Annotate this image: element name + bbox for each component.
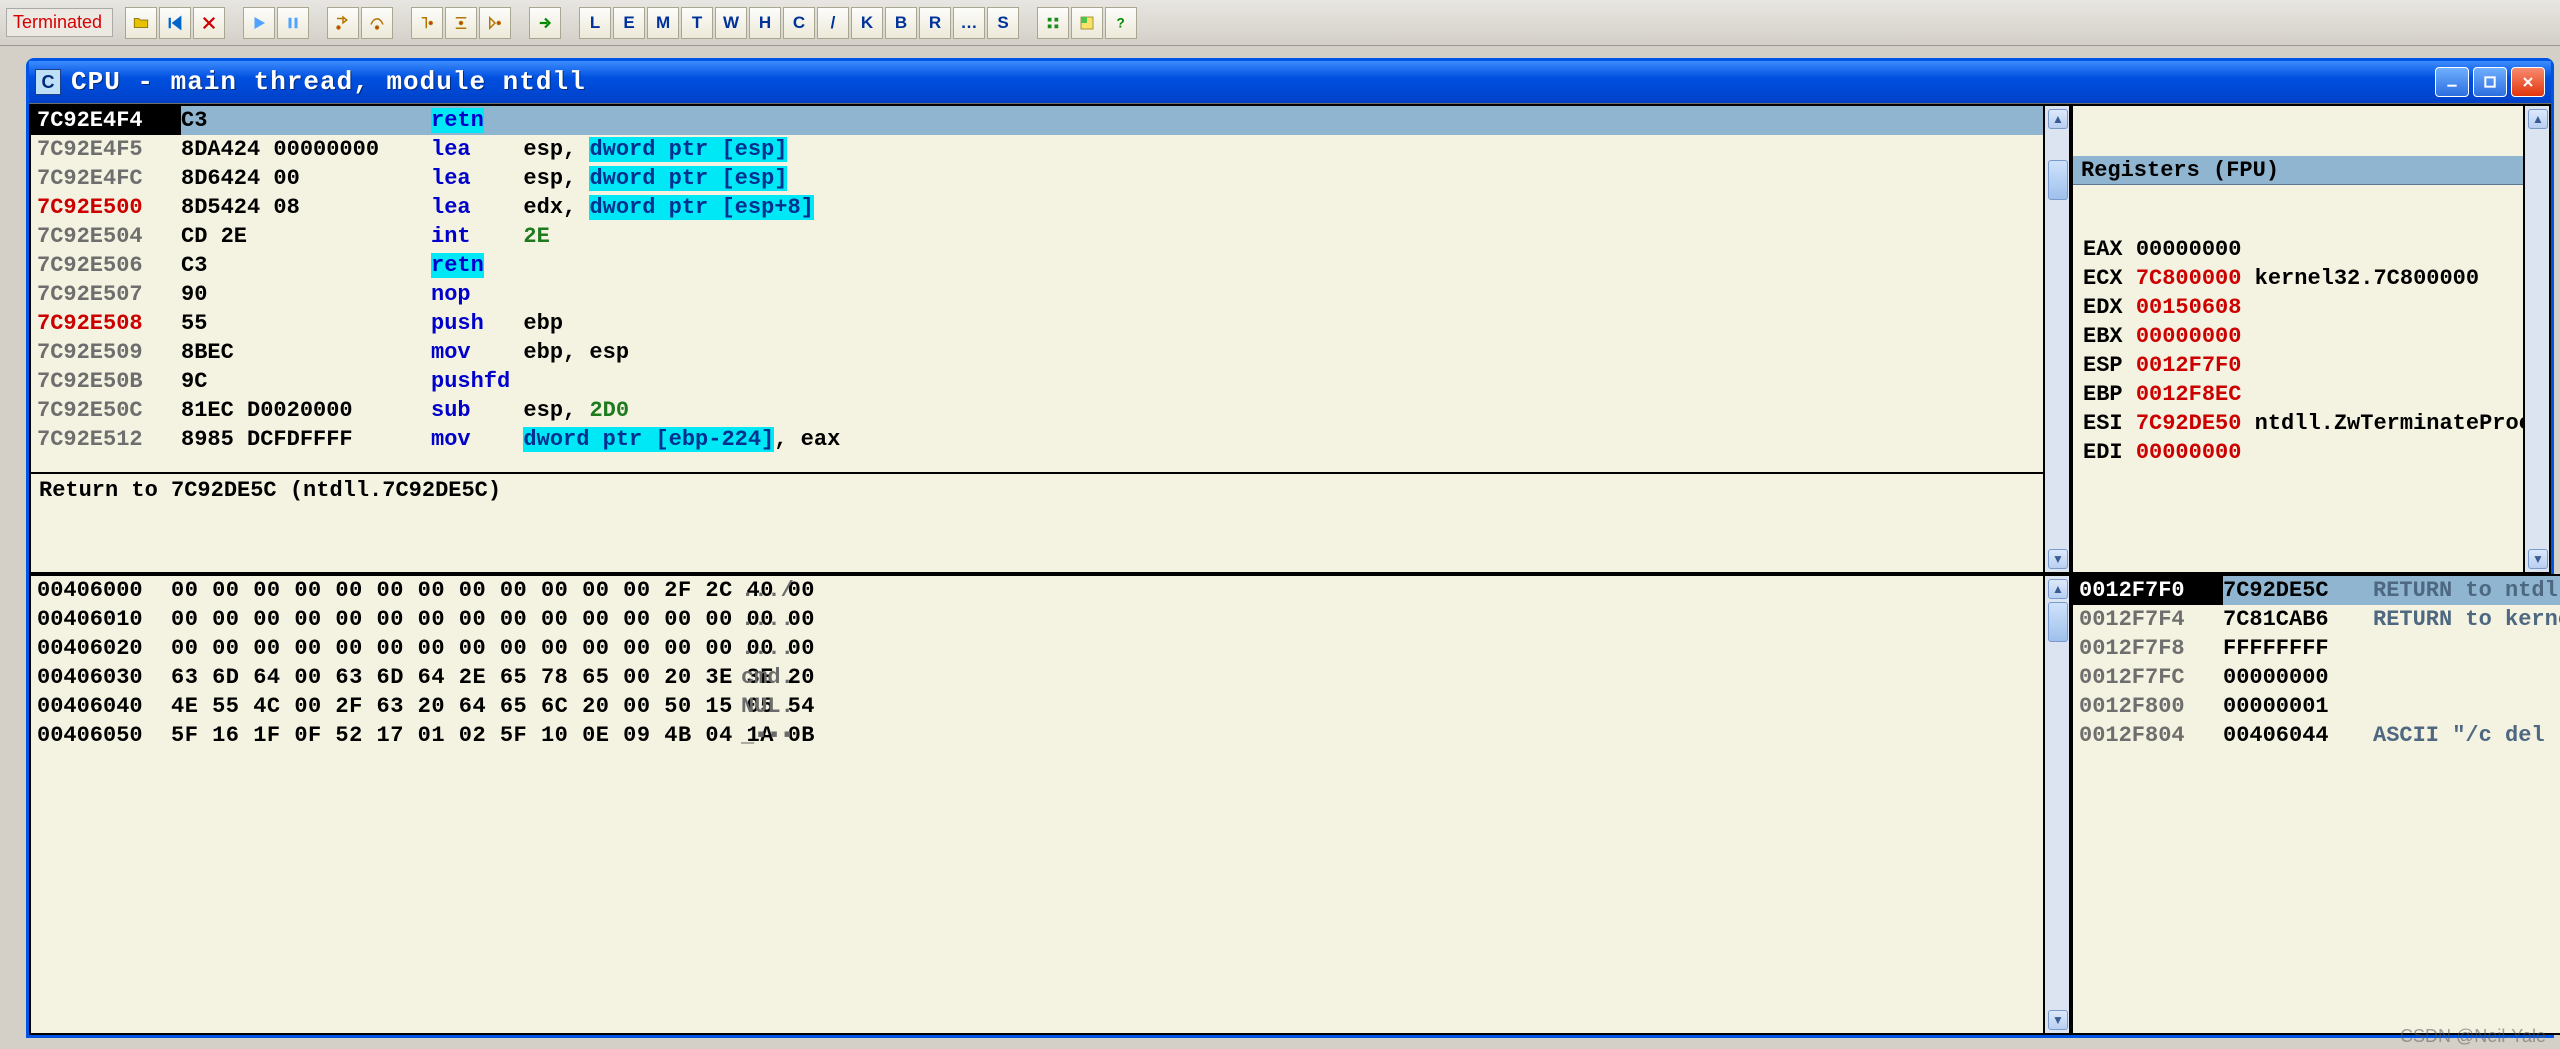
stack-row[interactable]: 0012F80000000001 bbox=[2073, 692, 2560, 721]
stack-row[interactable]: 0012F7F07C92DE5CRETURN to ntdll.7C92DE5C bbox=[2073, 576, 2560, 605]
disasm-row[interactable]: 7C92E50C81EC D0020000sub esp, 2D0 bbox=[31, 396, 2043, 425]
appearance-button[interactable] bbox=[1071, 7, 1103, 39]
register-line: ESI 7C92DE50 ntdll.ZwTerminateProcess bbox=[2073, 409, 2523, 438]
view-windows-button[interactable]: W bbox=[715, 7, 747, 39]
execute-till-return-button[interactable] bbox=[479, 7, 511, 39]
window-icon: C bbox=[35, 69, 61, 95]
register-line: EBP 0012F8EC bbox=[2073, 380, 2523, 409]
view-memory-button[interactable]: M bbox=[647, 7, 679, 39]
svg-text:?: ? bbox=[1117, 15, 1125, 30]
stack-row[interactable]: 0012F7F47C81CAB6RETURN to kernel32.7C81C… bbox=[2073, 605, 2560, 634]
disasm-row[interactable]: 7C92E5128985 DCFDFFFFmov dword ptr [ebp-… bbox=[31, 425, 2043, 454]
dump-row[interactable]: 0040600000 00 00 00 00 00 00 00 00 00 00… bbox=[31, 576, 2043, 605]
view-callstack-button[interactable]: K bbox=[851, 7, 883, 39]
dump-row[interactable]: 0040603063 6D 64 00 63 6D 64 2E 65 78 65… bbox=[31, 663, 2043, 692]
disasm-row[interactable]: 7C92E5098BECmov ebp, esp bbox=[31, 338, 2043, 367]
view-cpu-button[interactable]: C bbox=[783, 7, 815, 39]
disasm-row[interactable]: 7C92E504CD 2Eint 2E bbox=[31, 222, 2043, 251]
stack-pane[interactable]: 0012F7F07C92DE5CRETURN to ntdll.7C92DE5C… bbox=[2071, 574, 2560, 1035]
watermark: CSDN @Neil-Yale bbox=[2400, 1026, 2546, 1047]
view-threads-button[interactable]: T bbox=[681, 7, 713, 39]
disassembly-info: Return to 7C92DE5C (ntdll.7C92DE5C) bbox=[31, 474, 2043, 572]
disasm-row[interactable]: 7C92E4FC8D6424 00lea esp, dword ptr [esp… bbox=[31, 164, 2043, 193]
trace-into-button[interactable] bbox=[411, 7, 443, 39]
scroll-down-icon[interactable]: ▼ bbox=[2528, 549, 2548, 569]
disasm-row[interactable]: 7C92E506C3retn bbox=[31, 251, 2043, 280]
disasm-row[interactable]: 7C92E50B9Cpushfd bbox=[31, 367, 2043, 396]
disasm-row[interactable]: 7C92E50790nop bbox=[31, 280, 2043, 309]
registers-pane[interactable]: Registers (FPU) EAX 00000000ECX 7C800000… bbox=[2071, 104, 2525, 574]
dump-row[interactable]: 004060505F 16 1F 0F 52 17 01 02 5F 10 0E… bbox=[31, 721, 2043, 750]
debug-status: Terminated bbox=[6, 8, 113, 37]
run-button[interactable] bbox=[243, 7, 275, 39]
scroll-up-icon[interactable]: ▲ bbox=[2048, 109, 2068, 129]
register-line: ESP 0012F7F0 bbox=[2073, 351, 2523, 380]
disasm-row[interactable]: 7C92E50855push ebp bbox=[31, 309, 2043, 338]
disasm-row[interactable]: 7C92E5008D5424 08lea edx, dword ptr [esp… bbox=[31, 193, 2043, 222]
stack-row[interactable]: 0012F80400406044ASCII "/c del " bbox=[2073, 721, 2560, 750]
restart-button[interactable] bbox=[159, 7, 191, 39]
dump-row[interactable]: 0040602000 00 00 00 00 00 00 00 00 00 00… bbox=[31, 634, 2043, 663]
view-source-button[interactable]: S bbox=[987, 7, 1019, 39]
view-run-trace-button[interactable]: … bbox=[953, 7, 985, 39]
step-into-button[interactable] bbox=[327, 7, 359, 39]
register-line: ECX 7C800000 kernel32.7C800000 bbox=[2073, 264, 2523, 293]
window-close-button[interactable] bbox=[2511, 67, 2545, 97]
register-line: EDX 00150608 bbox=[2073, 293, 2523, 322]
disasm-scrollbar[interactable]: ▲ ▼ bbox=[2045, 104, 2071, 574]
cpu-window: C CPU - main thread, module ntdll 7C92E4… bbox=[26, 58, 2554, 1038]
scroll-thumb[interactable] bbox=[2048, 160, 2068, 200]
scroll-down-icon[interactable]: ▼ bbox=[2048, 1010, 2068, 1030]
register-line: EBX 00000000 bbox=[2073, 322, 2523, 351]
scroll-down-icon[interactable]: ▼ bbox=[2048, 549, 2068, 569]
close-proc-button[interactable] bbox=[193, 7, 225, 39]
minimize-button[interactable] bbox=[2435, 67, 2469, 97]
disasm-row[interactable]: 7C92E4F58DA424 00000000lea esp, dword pt… bbox=[31, 135, 2043, 164]
dump-scrollbar[interactable]: ▲ ▼ bbox=[2045, 574, 2071, 1035]
scroll-up-icon[interactable]: ▲ bbox=[2048, 579, 2068, 599]
register-line: EAX 00000000 bbox=[2073, 235, 2523, 264]
trace-over-button[interactable] bbox=[445, 7, 477, 39]
disasm-row[interactable]: 7C92E4F4C3retn bbox=[31, 106, 2043, 135]
view-modules-button[interactable]: E bbox=[613, 7, 645, 39]
dump-row[interactable]: 0040601000 00 00 00 00 00 00 00 00 00 00… bbox=[31, 605, 2043, 634]
step-over-button[interactable] bbox=[361, 7, 393, 39]
stack-row[interactable]: 0012F7F8FFFFFFFF bbox=[2073, 634, 2560, 663]
dump-row[interactable]: 004060404E 55 4C 00 2F 63 20 64 65 6C 20… bbox=[31, 692, 2043, 721]
view-log-button[interactable]: L bbox=[579, 7, 611, 39]
pause-button[interactable] bbox=[277, 7, 309, 39]
view-handles-button[interactable]: H bbox=[749, 7, 781, 39]
open-button[interactable] bbox=[125, 7, 157, 39]
view-references-button[interactable]: R bbox=[919, 7, 951, 39]
disassembly-pane[interactable]: 7C92E4F4C3retn7C92E4F58DA424 00000000lea… bbox=[29, 104, 2045, 574]
window-title: CPU - main thread, module ntdll bbox=[71, 67, 2435, 97]
main-toolbar: Terminated L E M T W H C / K B R … S ? bbox=[0, 0, 2560, 46]
goto-button[interactable] bbox=[529, 7, 561, 39]
view-breakpoints-button[interactable]: B bbox=[885, 7, 917, 39]
registers-scrollbar[interactable]: ▲ ▼ bbox=[2525, 104, 2551, 574]
help-button[interactable]: ? bbox=[1105, 7, 1137, 39]
scroll-thumb[interactable] bbox=[2048, 602, 2068, 642]
view-patches-button[interactable]: / bbox=[817, 7, 849, 39]
registers-header: Registers (FPU) bbox=[2073, 156, 2523, 185]
hex-dump-pane[interactable]: 0040600000 00 00 00 00 00 00 00 00 00 00… bbox=[29, 574, 2045, 1035]
maximize-button[interactable] bbox=[2473, 67, 2507, 97]
titlebar[interactable]: C CPU - main thread, module ntdll bbox=[29, 61, 2551, 103]
options-button[interactable] bbox=[1037, 7, 1069, 39]
scroll-up-icon[interactable]: ▲ bbox=[2528, 109, 2548, 129]
register-line: EDI 00000000 bbox=[2073, 438, 2523, 467]
stack-row[interactable]: 0012F7FC00000000 bbox=[2073, 663, 2560, 692]
